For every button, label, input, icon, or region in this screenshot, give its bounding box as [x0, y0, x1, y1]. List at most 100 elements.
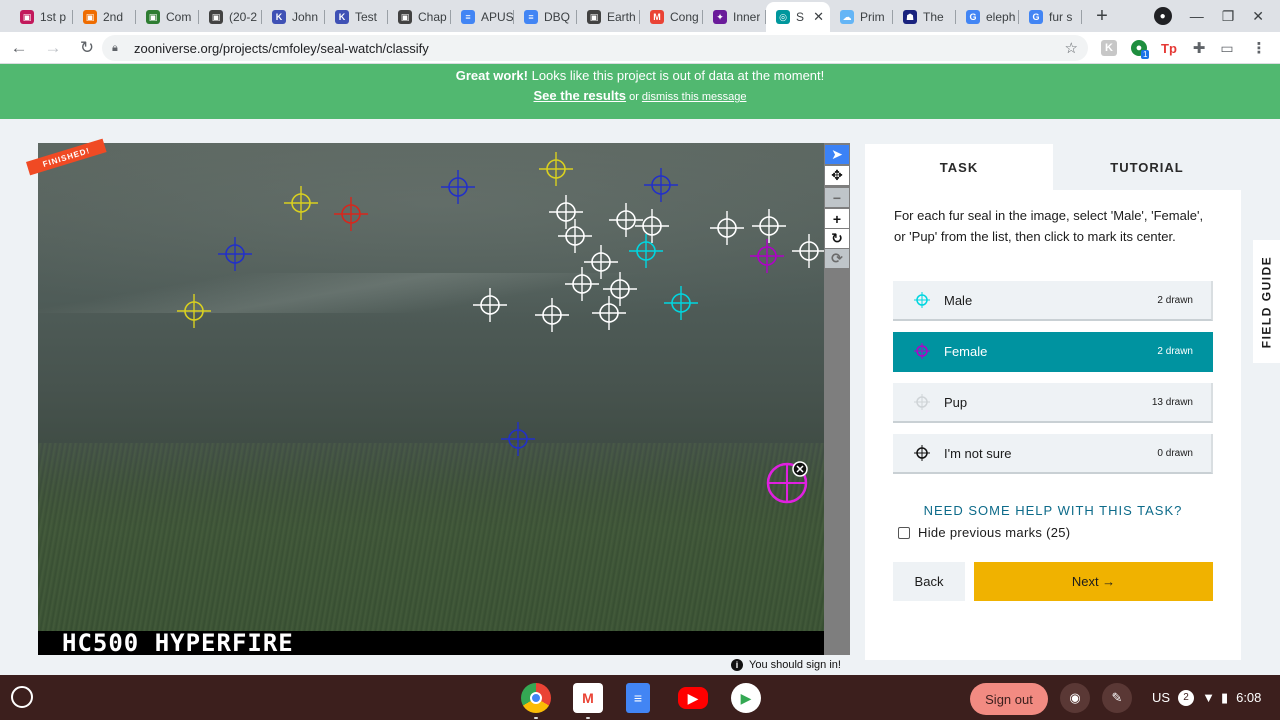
- close-tab-icon[interactable]: ✕: [813, 9, 824, 25]
- notification-count[interactable]: 2: [1178, 689, 1195, 706]
- browser-tab[interactable]: K Test: [325, 2, 388, 32]
- clock[interactable]: 6:08: [1236, 690, 1261, 705]
- classroom-icon: ▣: [83, 10, 97, 24]
- choice-count: 2 drawn: [1157, 294, 1193, 306]
- browser-tab[interactable]: Gfur s: [1019, 2, 1082, 32]
- choice-male[interactable]: Male 2 drawn: [893, 281, 1213, 321]
- tab-label: Com: [166, 10, 192, 24]
- docs-icon: ≡: [524, 10, 538, 24]
- back-button[interactable]: Back: [893, 562, 965, 601]
- close-window-icon[interactable]: ✕: [1252, 8, 1264, 25]
- browser-tab[interactable]: ✦ Inner: [703, 2, 766, 32]
- choice-count: 2 drawn: [1157, 345, 1193, 357]
- extension-tp-icon[interactable]: Tp: [1161, 32, 1177, 64]
- task-instruction: For each fur seal in the image, select '…: [894, 208, 1204, 244]
- gmail-app-icon[interactable]: M: [573, 683, 603, 719]
- url-text: zooniverse.org/projects/cmfoley/seal-wat…: [134, 40, 429, 56]
- extensions-puzzle-icon[interactable]: ✚: [1191, 32, 1207, 64]
- browser-tab[interactable]: ≡ APUS: [451, 2, 514, 32]
- forward-nav-icon[interactable]: →: [38, 33, 68, 63]
- back-nav-icon[interactable]: ←: [4, 33, 34, 63]
- subject-image[interactable]: [38, 143, 824, 655]
- restore-icon[interactable]: ❐: [1222, 8, 1235, 25]
- hide-marks-checkbox[interactable]: Hide previous marks (25): [898, 525, 1070, 540]
- launcher-icon[interactable]: [11, 686, 33, 708]
- new-tab-icon[interactable]: +: [1088, 2, 1116, 30]
- rotate-icon[interactable]: ↻: [825, 229, 849, 248]
- pan-tool-icon[interactable]: ✥: [825, 166, 849, 185]
- sign-out-button[interactable]: Sign out: [970, 683, 1048, 715]
- extension-badge: 1: [1141, 50, 1150, 59]
- reload-icon[interactable]: ↻: [72, 33, 102, 63]
- choice-not-sure[interactable]: I'm not sure 0 drawn: [893, 434, 1213, 474]
- sign-in-text: You should sign in!: [749, 659, 841, 671]
- browser-tab[interactable]: ▣ Chap: [388, 2, 451, 32]
- help-link[interactable]: NEED SOME HELP WITH THIS TASK?: [865, 503, 1241, 518]
- stylus-icon[interactable]: ✎: [1102, 682, 1132, 713]
- tab-task[interactable]: TASK: [865, 144, 1053, 190]
- classroom-icon: ▣: [587, 10, 601, 24]
- browser-tab[interactable]: ◎ S ✕: [766, 2, 830, 32]
- choice-label: Pup: [944, 394, 968, 410]
- reset-view-icon[interactable]: ⟳: [825, 249, 849, 268]
- tab-tutorial[interactable]: TUTORIAL: [1053, 144, 1241, 190]
- tab-label: (20-2: [229, 10, 258, 24]
- k-icon: K: [335, 10, 349, 24]
- play-store-icon[interactable]: ▶: [731, 683, 761, 713]
- zoom-in-icon[interactable]: +: [825, 209, 849, 228]
- browser-tab[interactable]: ▣ 2nd: [73, 2, 136, 32]
- extension-k-icon[interactable]: K: [1101, 32, 1117, 64]
- not-sure-crosshair-icon: [914, 445, 930, 461]
- male-crosshair-icon: [914, 292, 930, 308]
- browser-tab[interactable]: M Cong: [640, 2, 703, 32]
- locale-label[interactable]: US: [1152, 690, 1170, 705]
- sign-in-notice[interactable]: i You should sign in!: [731, 659, 841, 671]
- browser-tab[interactable]: K John: [262, 2, 325, 32]
- lock-icon: 🔒︎: [112, 41, 118, 54]
- person-icon: ☗: [903, 10, 917, 24]
- choice-count: 13 drawn: [1151, 396, 1193, 408]
- see-results-link[interactable]: See the results: [534, 88, 627, 103]
- youtube-icon[interactable]: ▶: [678, 687, 708, 709]
- tab-label: S: [796, 10, 805, 24]
- banner-or: or: [626, 91, 642, 103]
- chrome-icon[interactable]: [521, 683, 551, 719]
- cast-icon[interactable]: ▭: [1219, 32, 1235, 64]
- browser-tab[interactable]: ☗ The: [893, 2, 956, 32]
- browser-tab[interactable]: ▣ 1st p: [10, 2, 73, 32]
- tab-label: DBQ: [544, 10, 571, 24]
- field-guide-label: FIELD GUIDE: [1259, 255, 1274, 348]
- field-guide-tab[interactable]: FIELD GUIDE: [1253, 240, 1280, 363]
- camera-caption: HC500 HYPERFIRE: [38, 631, 824, 655]
- browser-tab[interactable]: ▣ Earth: [577, 2, 640, 32]
- cloud-icon: ☁: [840, 10, 854, 24]
- address-bar[interactable]: 🔒︎ zooniverse.org/projects/cmfoley/seal-…: [102, 35, 1088, 61]
- zoom-out-icon[interactable]: −: [825, 188, 849, 207]
- browser-tab[interactable]: ▣ (20-2: [199, 2, 262, 32]
- classroom-icon: ▣: [209, 10, 223, 24]
- browser-tab[interactable]: Geleph: [956, 2, 1019, 32]
- k-icon: K: [272, 10, 286, 24]
- tab-label: The: [923, 10, 944, 24]
- browser-tab[interactable]: ≡ DBQ: [514, 2, 577, 32]
- extension-green-icon[interactable]: ● 1: [1131, 32, 1150, 64]
- next-button[interactable]: Next →: [974, 562, 1213, 601]
- checkbox-icon[interactable]: [898, 526, 910, 539]
- profile-icon[interactable]: ●: [1153, 7, 1172, 25]
- image-shoreline: [38, 273, 824, 313]
- minimize-icon[interactable]: —: [1190, 8, 1204, 24]
- browser-tab[interactable]: ☁ Prim: [830, 2, 893, 32]
- dismiss-message-link[interactable]: dismiss this message: [642, 91, 747, 103]
- pointer-tool-icon[interactable]: ➤: [825, 145, 849, 164]
- docs-app-icon[interactable]: ≡: [626, 683, 650, 713]
- browser-tab[interactable]: ▣ Com: [136, 2, 199, 32]
- female-crosshair-icon: [914, 343, 930, 359]
- tab-label: Earth: [607, 10, 636, 24]
- screen-capture-icon[interactable]: ◉: [1060, 682, 1090, 713]
- menu-kebab-icon[interactable]: ⋮: [1251, 32, 1267, 64]
- bookmark-star-icon[interactable]: ☆: [1065, 39, 1078, 57]
- status-tray: ◉ ✎ US 2 ▼ ▮ 6:08: [1060, 675, 1261, 720]
- zooniverse-alt-icon: ✦: [713, 10, 727, 24]
- choice-pup[interactable]: Pup 13 drawn: [893, 383, 1213, 423]
- choice-female[interactable]: Female 2 drawn: [893, 332, 1213, 372]
